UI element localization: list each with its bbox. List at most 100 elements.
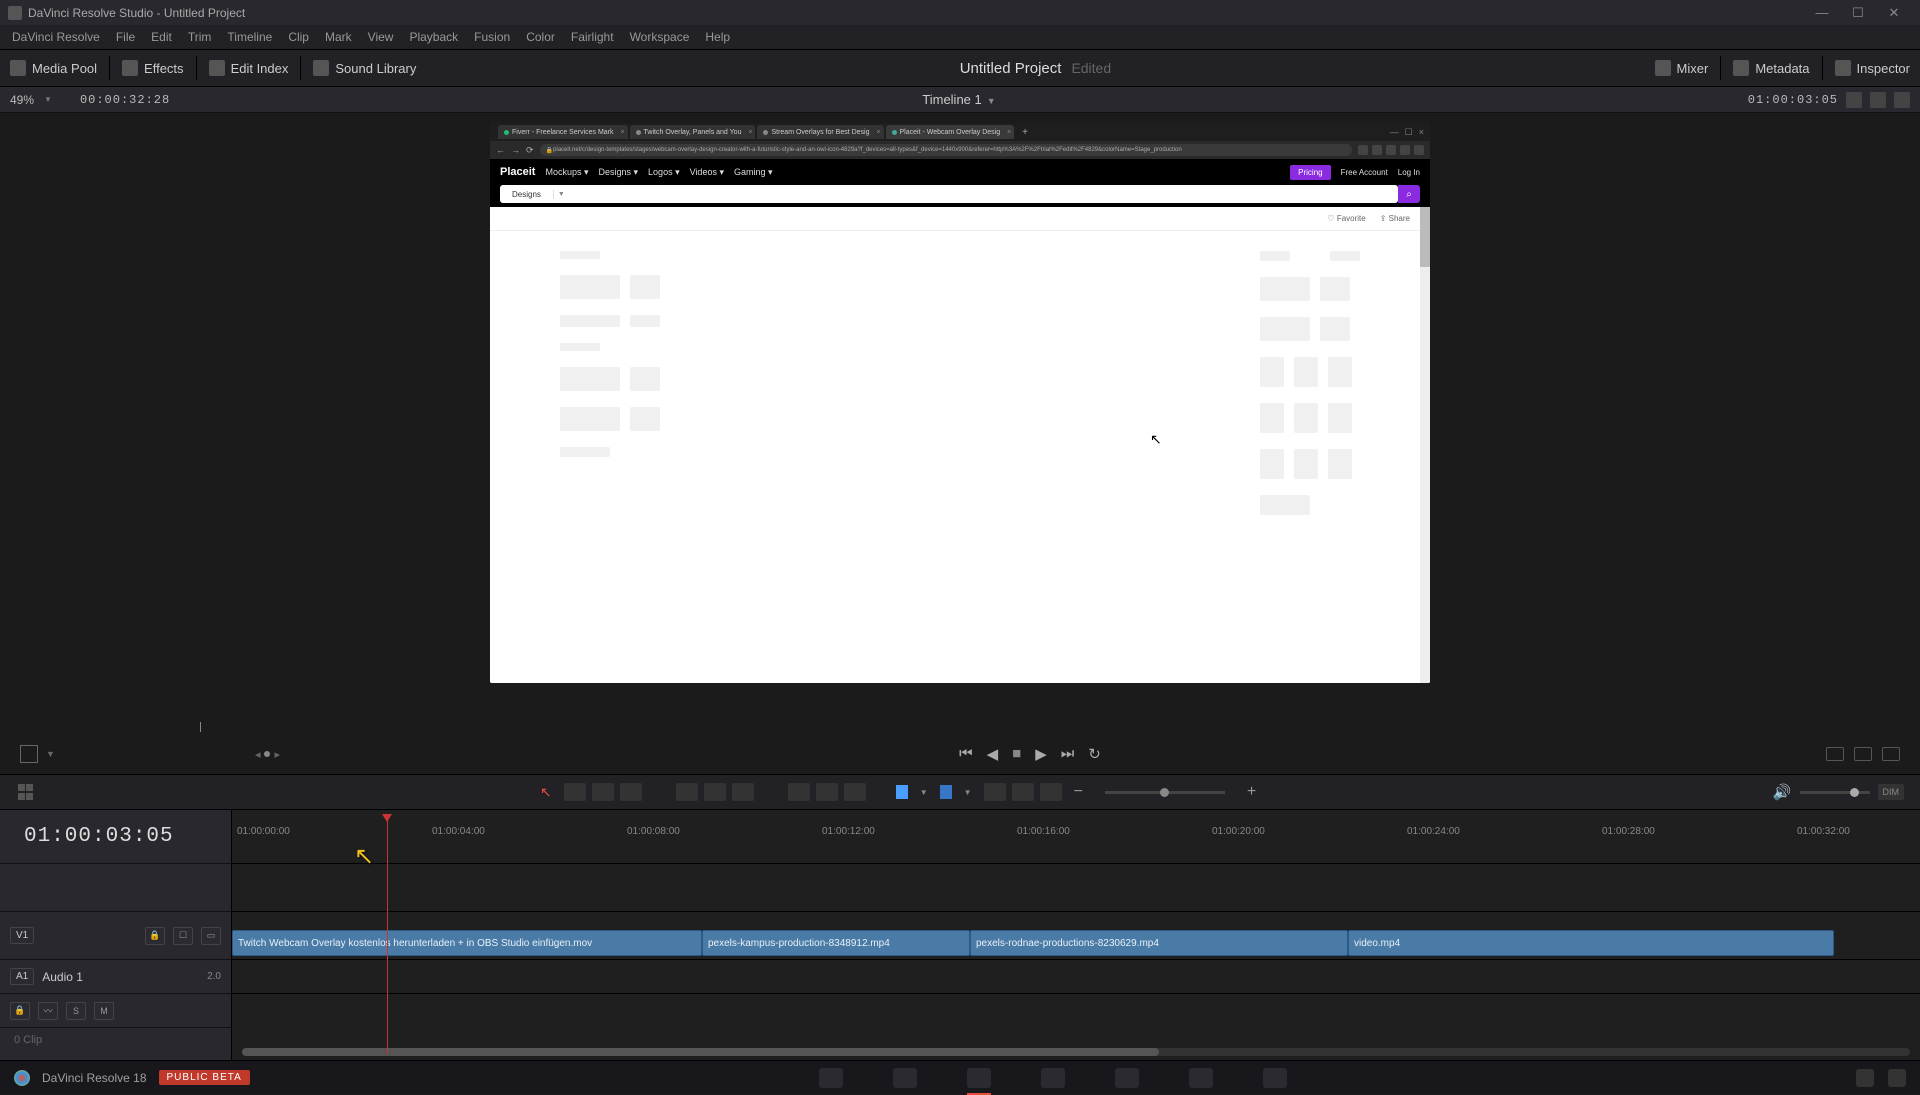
lock-track-icon[interactable]: 🔒 <box>145 927 165 945</box>
a1-badge[interactable]: A1 <box>10 968 34 985</box>
viewer-scrub-bar[interactable] <box>0 720 1920 734</box>
viewer-zoom[interactable]: 49% <box>10 93 34 107</box>
zoom-icon[interactable] <box>1040 783 1062 801</box>
sound-library-toggle[interactable]: Sound Library <box>303 50 426 86</box>
home-icon[interactable] <box>1856 1069 1874 1087</box>
crop-tool-icon[interactable] <box>20 745 38 763</box>
forward-icon: → <box>511 145 520 155</box>
edit-page-icon[interactable] <box>967 1068 991 1088</box>
fusion-page-icon[interactable] <box>1041 1068 1065 1088</box>
viewer-layout-icon[interactable] <box>1870 92 1886 108</box>
fairlight-page-icon[interactable] <box>1189 1068 1213 1088</box>
bypass-icon[interactable] <box>1846 92 1862 108</box>
zoom-in-icon[interactable]: + <box>1247 783 1256 801</box>
trim-tool-icon[interactable] <box>564 783 586 801</box>
deliver-page-icon[interactable] <box>1263 1068 1287 1088</box>
edit-index-toggle[interactable]: Edit Index <box>199 50 299 86</box>
solo-button[interactable]: S <box>66 1002 86 1020</box>
minimize-button[interactable]: — <box>1804 5 1840 20</box>
video-clip[interactable]: pexels-kampus-production-8348912.mp4 <box>702 930 970 956</box>
loop-button[interactable]: ↻ <box>1088 745 1101 763</box>
enable-track-icon[interactable]: ▭ <box>201 927 221 945</box>
menu-edit[interactable]: Edit <box>143 25 180 49</box>
project-settings-icon[interactable] <box>1888 1069 1906 1087</box>
menu-mark[interactable]: Mark <box>317 25 360 49</box>
selection-tool-icon[interactable]: ↖ <box>540 784 552 801</box>
speaker-icon[interactable]: 🔊 <box>1773 783 1792 801</box>
options-icon[interactable] <box>1894 92 1910 108</box>
menu-fusion[interactable]: Fusion <box>466 25 518 49</box>
snap-icon[interactable] <box>788 783 810 801</box>
menu-icon <box>1414 145 1424 155</box>
color-page-icon[interactable] <box>1115 1068 1139 1088</box>
menu-workspace[interactable]: Workspace <box>622 25 698 49</box>
zoom-slider[interactable] <box>1105 791 1225 794</box>
prev-edit-icon[interactable]: ◂ <box>255 748 261 761</box>
video-track-header[interactable]: V1 🔒 ☐ ▭ <box>0 912 231 960</box>
search-icon[interactable] <box>1012 783 1034 801</box>
out-icon[interactable] <box>1882 747 1900 761</box>
match-frame-icon[interactable] <box>1826 747 1844 761</box>
video-track-1[interactable]: Twitch Webcam Overlay kostenlos herunter… <box>232 912 1920 960</box>
menu-view[interactable]: View <box>360 25 402 49</box>
audio-track-header[interactable]: A1 Audio 1 2.0 <box>0 960 231 994</box>
range-icon[interactable] <box>984 783 1006 801</box>
first-frame-button[interactable]: ⏮ <box>959 745 973 763</box>
menu-color[interactable]: Color <box>518 25 563 49</box>
menu-trim[interactable]: Trim <box>180 25 220 49</box>
curve-icon[interactable]: 〰 <box>38 1002 58 1020</box>
playhead[interactable] <box>387 814 388 1054</box>
last-frame-button[interactable]: ⏭ <box>1061 745 1075 763</box>
recorded-cursor-icon: ↖ <box>1150 431 1162 448</box>
menu-clip[interactable]: Clip <box>280 25 317 49</box>
video-clip[interactable]: Twitch Webcam Overlay kostenlos herunter… <box>232 930 702 956</box>
in-out-icon[interactable] <box>1854 747 1872 761</box>
video-clip[interactable]: video.mp4 <box>1348 930 1834 956</box>
timeline-ruler[interactable]: 01:00:00:00 01:00:04:00 01:00:08:00 01:0… <box>232 810 1920 864</box>
chevron-down-icon[interactable]: ▼ <box>46 749 55 759</box>
dynamic-trim-icon[interactable] <box>592 783 614 801</box>
overwrite-icon[interactable] <box>704 783 726 801</box>
timeline-scrollbar[interactable] <box>242 1048 1910 1056</box>
blade-tool-icon[interactable] <box>620 783 642 801</box>
effects-toggle[interactable]: Effects <box>112 50 194 86</box>
dim-button[interactable]: DIM <box>1878 784 1905 800</box>
mixer-toggle[interactable]: Mixer <box>1645 50 1719 86</box>
preview-frame[interactable]: Fiverr - Freelance Services Mark× Twitch… <box>490 123 1430 683</box>
timeline-tracks[interactable]: 01:00:00:00 01:00:04:00 01:00:08:00 01:0… <box>232 810 1920 1060</box>
close-button[interactable]: ✕ <box>1876 5 1912 21</box>
menu-file[interactable]: File <box>108 25 143 49</box>
link-icon[interactable] <box>816 783 838 801</box>
cut-page-icon[interactable] <box>893 1068 917 1088</box>
menu-timeline[interactable]: Timeline <box>219 25 280 49</box>
flag-icon[interactable] <box>896 785 908 799</box>
inspector-toggle[interactable]: Inspector <box>1825 50 1920 86</box>
lock-icon[interactable] <box>844 783 866 801</box>
menu-davinci[interactable]: DaVinci Resolve <box>4 25 108 49</box>
auto-select-icon[interactable]: ☐ <box>173 927 193 945</box>
media-pool-toggle[interactable]: Media Pool <box>0 50 107 86</box>
chevron-down-icon[interactable]: ▼ <box>44 95 52 104</box>
audio-track-1[interactable] <box>232 960 1920 994</box>
maximize-button[interactable]: ☐ <box>1840 5 1876 21</box>
menu-playback[interactable]: Playback <box>401 25 466 49</box>
mute-button[interactable]: M <box>94 1002 114 1020</box>
timeline-view-icon[interactable] <box>16 782 36 802</box>
timeline-name-dropdown[interactable]: Timeline 1▼ <box>170 92 1748 107</box>
play-button[interactable]: ▶ <box>1035 745 1047 763</box>
insert-icon[interactable] <box>676 783 698 801</box>
media-page-icon[interactable] <box>819 1068 843 1088</box>
lock-audio-icon[interactable]: 🔒 <box>10 1002 30 1020</box>
stop-button[interactable]: ■ <box>1012 745 1021 763</box>
video-clip[interactable]: pexels-rodnae-productions-8230629.mp4 <box>970 930 1348 956</box>
v1-badge[interactable]: V1 <box>10 927 34 944</box>
timeline-timecode[interactable]: 01:00:03:05 <box>0 810 231 864</box>
reverse-play-button[interactable]: ◀ <box>987 745 999 763</box>
menu-fairlight[interactable]: Fairlight <box>563 25 622 49</box>
marker-icon[interactable] <box>940 785 952 799</box>
metadata-toggle[interactable]: Metadata <box>1723 50 1819 86</box>
volume-slider[interactable] <box>1800 791 1870 794</box>
zoom-out-icon[interactable]: − <box>1074 783 1083 801</box>
menu-help[interactable]: Help <box>697 25 738 49</box>
replace-icon[interactable] <box>732 783 754 801</box>
